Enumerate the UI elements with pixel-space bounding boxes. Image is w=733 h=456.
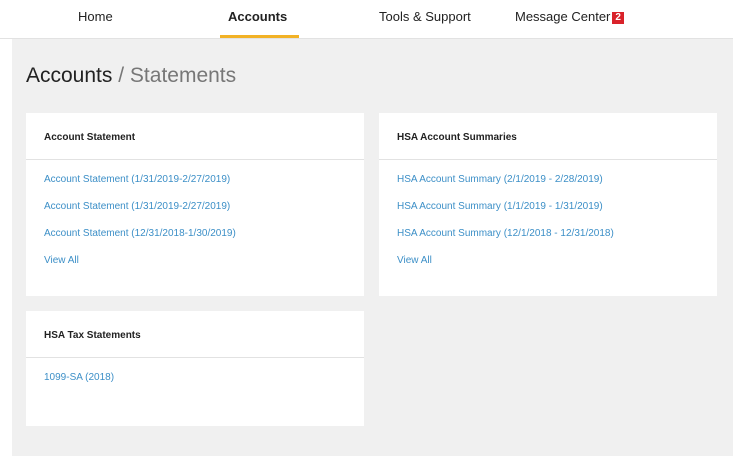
summary-link[interactable]: HSA Account Summary (12/1/2018 - 12/31/2… [397,227,717,241]
top-navigation: Home Accounts Tools & Support Message Ce… [0,0,733,39]
card-title: HSA Tax Statements [26,311,364,358]
nav-home[interactable]: Home [78,9,113,24]
breadcrumb-separator: / [118,64,125,87]
statement-link[interactable]: Account Statement (1/31/2019-2/27/2019) [44,200,364,214]
statement-link[interactable]: Account Statement (1/31/2019-2/27/2019) [44,173,364,187]
account-statement-card: Account Statement Account Statement (1/3… [26,113,364,296]
view-all-link[interactable]: View All [397,254,717,268]
tax-statement-link[interactable]: 1099-SA (2018) [44,371,364,385]
nav-accounts[interactable]: Accounts [228,9,287,24]
active-tab-indicator [220,35,299,38]
view-all-link[interactable]: View All [44,254,364,268]
card-title: Account Statement [26,113,364,160]
breadcrumb-accounts[interactable]: Accounts [26,64,112,87]
summary-link[interactable]: HSA Account Summary (1/1/2019 - 1/31/201… [397,200,717,214]
statement-link[interactable]: Account Statement (12/31/2018-1/30/2019) [44,227,364,241]
nav-message-center[interactable]: Message Center 2 [515,9,624,24]
hsa-account-summaries-card: HSA Account Summaries HSA Account Summar… [379,113,717,296]
page-title: Accounts / Statements [26,64,236,88]
nav-tools-support[interactable]: Tools & Support [379,9,471,24]
message-count-badge: 2 [612,12,624,24]
summary-link[interactable]: HSA Account Summary (2/1/2019 - 2/28/201… [397,173,717,187]
card-title: HSA Account Summaries [379,113,717,160]
hsa-tax-statements-card: HSA Tax Statements 1099-SA (2018) [26,311,364,426]
nav-message-center-label: Message Center [515,9,611,24]
main-content: Accounts / Statements Account Statement … [12,39,733,456]
breadcrumb-current: Statements [129,64,237,87]
